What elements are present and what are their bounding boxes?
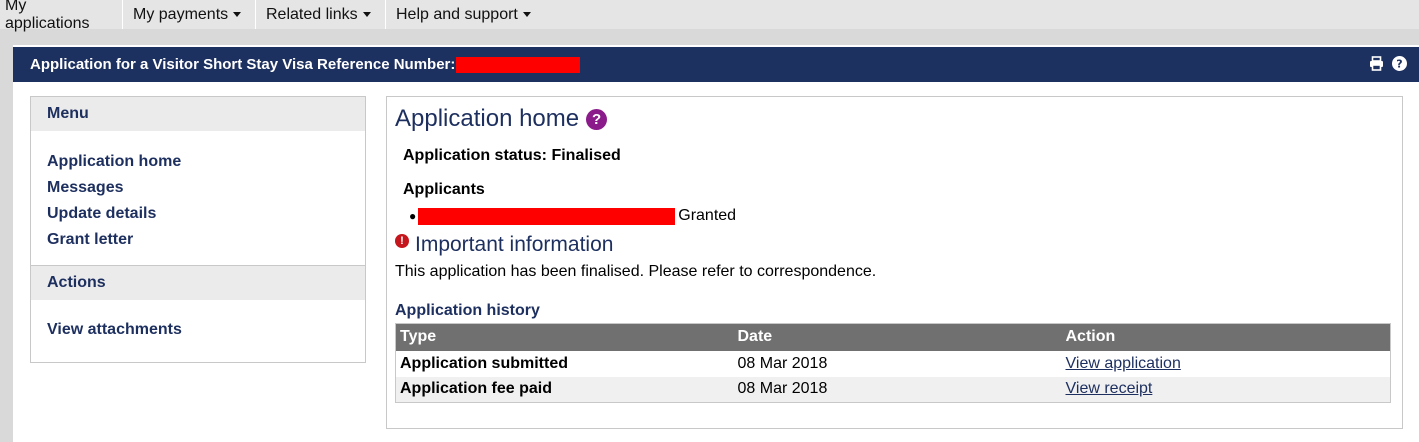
applicant-status: Granted: [678, 207, 737, 224]
nav-my-payments[interactable]: My payments: [123, 0, 256, 29]
history-action-cell: View application: [1062, 351, 1391, 377]
view-receipt-link[interactable]: View receipt: [1066, 380, 1153, 397]
nav-label: Related links: [266, 5, 358, 23]
header-title: Application for a Visitor Short Stay Vis…: [30, 56, 456, 73]
help-icon[interactable]: ?: [1392, 56, 1407, 71]
column-header-date: Date: [733, 323, 1062, 351]
caret-down-icon: [233, 12, 242, 17]
table-row: Application submitted 08 Mar 2018 View a…: [396, 351, 1391, 377]
nav-related-links[interactable]: Related links: [256, 0, 386, 29]
important-information-heading: ! Important information: [395, 233, 613, 257]
print-icon[interactable]: [1369, 56, 1384, 71]
caret-down-icon: [522, 12, 531, 17]
sidebar-item-messages[interactable]: Messages: [47, 175, 365, 201]
question-circle-icon[interactable]: ?: [586, 108, 608, 130]
application-history-table: Type Date Action Application submitted 0…: [395, 323, 1391, 403]
redacted-reference-number: [456, 56, 581, 73]
redacted-applicant-name: [418, 207, 676, 225]
actions-list: View attachments: [31, 300, 365, 355]
history-type: Application submitted: [400, 354, 568, 372]
important-title: Important information: [415, 233, 614, 256]
menu-list: Application home Messages Update details…: [31, 131, 365, 265]
page-title: Application home ?: [395, 105, 608, 133]
nav-label: Help and support: [396, 5, 518, 23]
view-application-link[interactable]: View application: [1066, 355, 1181, 372]
table-header-row: Type Date Action: [395, 323, 1391, 351]
history-action-cell: View receipt: [1061, 376, 1391, 403]
history-date: 08 Mar 2018: [733, 376, 1062, 403]
content-area: Application home ? Application status: F…: [386, 96, 1403, 429]
table-row: Application fee paid 08 Mar 2018 View re…: [395, 376, 1391, 403]
column-header-type: Type: [395, 323, 734, 351]
application-status: Application status: Finalised: [403, 147, 621, 164]
sidebar-item-application-home[interactable]: Application home: [47, 149, 365, 175]
page-title-text: Application home: [395, 105, 580, 132]
top-nav: My applications My payments Related link…: [0, 0, 1419, 32]
sidebar: Menu Application home Messages Update de…: [30, 96, 366, 363]
menu-section-title: Menu: [31, 97, 365, 131]
nav-my-applications[interactable]: My applications: [0, 0, 123, 32]
caret-down-icon: [362, 12, 371, 17]
main-panel: Application for a Visitor Short Stay Vis…: [13, 45, 1419, 442]
actions-section-title: Actions: [31, 266, 365, 300]
important-text: This application has been finalised. Ple…: [395, 263, 877, 280]
sidebar-item-view-attachments[interactable]: View attachments: [47, 317, 365, 343]
sidebar-item-update-details[interactable]: Update details: [47, 201, 365, 227]
bullet-icon: ●: [409, 209, 417, 223]
page-header: Application for a Visitor Short Stay Vis…: [13, 47, 1419, 82]
svg-text:?: ?: [1396, 58, 1402, 71]
header-icons: ?: [1369, 56, 1407, 71]
sidebar-item-grant-letter[interactable]: Grant letter: [47, 227, 365, 253]
applicant-list-item: ● Granted: [409, 207, 736, 225]
history-type: Application fee paid: [395, 376, 734, 403]
nav-label: My applications: [5, 0, 90, 32]
exclamation-circle-icon: !: [395, 234, 409, 248]
history-date: 08 Mar 2018: [737, 354, 828, 372]
column-header-action: Action: [1061, 323, 1391, 351]
applicants-heading: Applicants: [403, 181, 485, 198]
application-history-heading: Application history: [395, 302, 540, 319]
nav-help-and-support[interactable]: Help and support: [386, 0, 539, 29]
nav-label: My payments: [133, 5, 229, 23]
